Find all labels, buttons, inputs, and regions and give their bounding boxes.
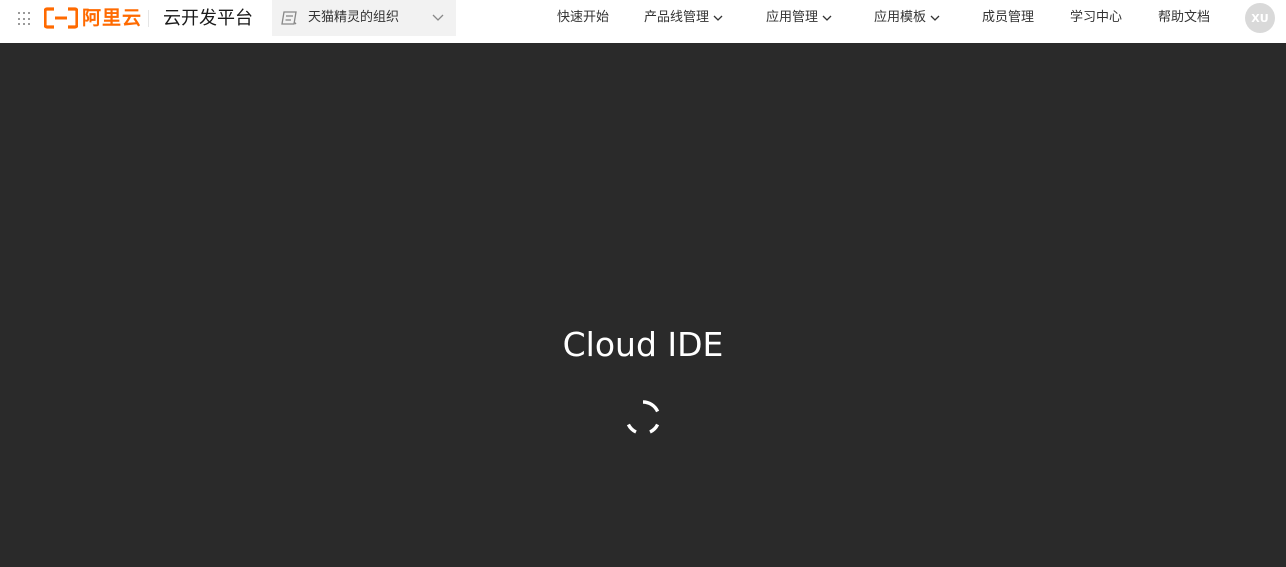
ide-loading-area: Cloud IDE — [0, 43, 1286, 567]
nav-label: 快速开始 — [557, 10, 610, 25]
top-navigation-bar: 阿里云 云开发平台 天猫精灵的组织 快速开始 产品线管理 应用管理 应用模板 成… — [0, 0, 1286, 43]
nav-label: 产品线管理 — [644, 10, 710, 25]
nav-label: 成员管理 — [982, 10, 1035, 25]
app-grid-icon[interactable] — [18, 12, 32, 26]
chevron-down-icon — [930, 15, 940, 21]
nav-label: 应用管理 — [766, 10, 819, 25]
org-switch-icon — [281, 11, 297, 25]
user-avatar[interactable]: XU — [1245, 3, 1275, 33]
org-switcher[interactable]: 天猫精灵的组织 — [272, 0, 456, 36]
org-name: 天猫精灵的组织 — [308, 10, 400, 25]
aliyun-logo-mark-icon — [44, 7, 78, 29]
nav-app-templates[interactable]: 应用模板 — [874, 9, 940, 27]
chevron-down-icon — [713, 15, 723, 21]
platform-title[interactable]: 云开发平台 — [163, 8, 253, 30]
nav-learning-center[interactable]: 学习中心 — [1070, 9, 1122, 27]
chevron-down-icon — [432, 14, 444, 21]
loading-spinner-icon — [626, 400, 660, 434]
header-divider — [148, 10, 149, 27]
chevron-down-icon — [822, 15, 832, 21]
nav-label: 应用模板 — [874, 10, 927, 25]
aliyun-logo[interactable]: 阿里云 — [44, 7, 142, 29]
nav-label: 学习中心 — [1070, 10, 1123, 25]
nav-quick-start[interactable]: 快速开始 — [557, 9, 609, 27]
brand-text: 阿里云 — [82, 7, 143, 29]
loading-title: Cloud IDE — [562, 325, 724, 364]
nav-member-management[interactable]: 成员管理 — [982, 9, 1034, 27]
nav-app-management[interactable]: 应用管理 — [766, 9, 832, 27]
nav-product-line-management[interactable]: 产品线管理 — [644, 9, 723, 27]
nav-label: 帮助文档 — [1158, 10, 1211, 25]
nav-help-docs[interactable]: 帮助文档 — [1158, 9, 1210, 27]
